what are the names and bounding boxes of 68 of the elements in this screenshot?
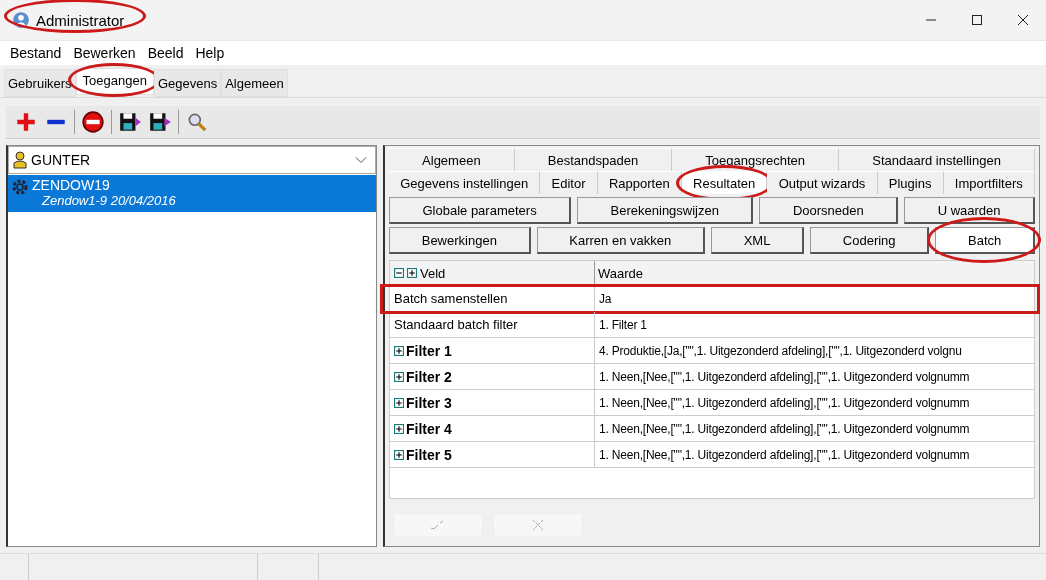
save-import-icon[interactable] (118, 110, 142, 134)
field-name: Standaard batch filter (394, 317, 518, 332)
dropdown-value: GUNTER (31, 152, 92, 168)
section-button[interactable]: Doorsneden (759, 197, 899, 224)
check-icon (430, 519, 446, 531)
section-button[interactable]: Batch (935, 227, 1035, 254)
field-name: Filter 5 (406, 446, 452, 463)
tab[interactable]: Plugins (877, 171, 944, 194)
tab[interactable]: Algemeen (221, 69, 288, 97)
expand-icon[interactable] (394, 449, 404, 460)
expand-icon[interactable] (394, 397, 404, 408)
section-button[interactable]: Codering (810, 227, 930, 254)
section-button[interactable]: Berekeningswijzen (577, 197, 754, 224)
field-value: Ja (599, 291, 612, 306)
field-name: Filter 3 (406, 394, 452, 411)
menu-item[interactable]: Beeld (141, 45, 190, 61)
tab[interactable]: Rapporten (597, 171, 682, 194)
chevron-down-icon (355, 156, 367, 164)
tab[interactable]: Toegangsrechten (672, 148, 840, 171)
no-entry-icon[interactable] (81, 110, 105, 134)
window-title: Administrator (36, 11, 125, 29)
column-title: Veld (420, 265, 446, 281)
field-value: 1. Neen,[Nee,["",1. Uitgezonderd afdeling],["",1. Uitgezonderd volgnumm (599, 421, 970, 436)
expand-icon[interactable] (394, 345, 404, 356)
menu-item[interactable]: Help (189, 45, 231, 61)
save-export-icon[interactable] (148, 110, 172, 134)
add-icon[interactable] (14, 110, 38, 134)
column-header[interactable]: Veld (390, 261, 595, 285)
section-button[interactable]: Karren en vakken (536, 227, 705, 254)
collapse-icon[interactable] (394, 268, 404, 278)
tab[interactable]: Gegevens (153, 69, 222, 97)
tab[interactable]: Gebruikers (4, 69, 76, 97)
expand-icon[interactable] (394, 423, 404, 434)
tab[interactable]: Gegevens instellingen (389, 171, 541, 194)
tab[interactable]: Bestandspaden (514, 148, 673, 171)
app-icon (12, 11, 30, 29)
menu-item[interactable]: Bestand (4, 45, 68, 61)
section-button[interactable]: Globale parameters (389, 197, 572, 224)
expand-icon[interactable] (407, 268, 417, 278)
user-name: ZENDOW19 (32, 177, 111, 193)
tab[interactable]: Resultaten (681, 171, 768, 194)
section-button[interactable]: Bewerkingen (389, 227, 531, 254)
gear-icon (10, 177, 30, 197)
menu-item[interactable]: Bewerken (67, 45, 142, 61)
field-name: Batch samenstellen (394, 291, 508, 306)
user-list-item[interactable]: ZENDOW19 Zendow1-9 20/04/2016 (8, 175, 376, 212)
tab[interactable]: Toegangen (75, 68, 154, 95)
section-button[interactable]: XML (710, 227, 805, 254)
field-value: 1. Neen,[Nee,["",1. Uitgezonderd afdeling],["",1. Uitgezonderd volgnumm (599, 369, 970, 384)
field-name: Filter 2 (406, 368, 452, 385)
tab[interactable]: Importfilters (943, 171, 1035, 194)
field-name: Filter 4 (406, 420, 452, 437)
field-value: 1. Neen,[Nee,["",1. Uitgezonderd afdeling],["",1. Uitgezonderd volgnumm (599, 447, 970, 462)
column-header[interactable]: Waarde (595, 261, 1034, 285)
section-button[interactable]: U waarden (904, 197, 1036, 224)
user-dropdown[interactable]: GUNTER (8, 146, 376, 174)
user-detail: Zendow1-9 20/04/2016 (40, 193, 176, 208)
field-value: 1. Neen,[Nee,["",1. Uitgezonderd afdeling],["",1. Uitgezonderd volgnumm (599, 395, 970, 410)
tab[interactable]: Editor (540, 171, 598, 194)
field-value: 4. Produktie,[Ja,["",1. Uitgezonderd afdeling],["",1. Uitgezonderd volgnu (599, 343, 962, 358)
tab[interactable]: Standaard instellingen (839, 148, 1035, 171)
tab[interactable]: Output wizards (767, 171, 878, 194)
field-name: Filter 1 (406, 342, 452, 359)
cross-icon (530, 519, 546, 531)
tab[interactable]: Algemeen (389, 148, 515, 171)
field-value: 1. Filter 1 (599, 317, 647, 332)
expand-icon[interactable] (394, 371, 404, 382)
user-icon (13, 151, 27, 169)
